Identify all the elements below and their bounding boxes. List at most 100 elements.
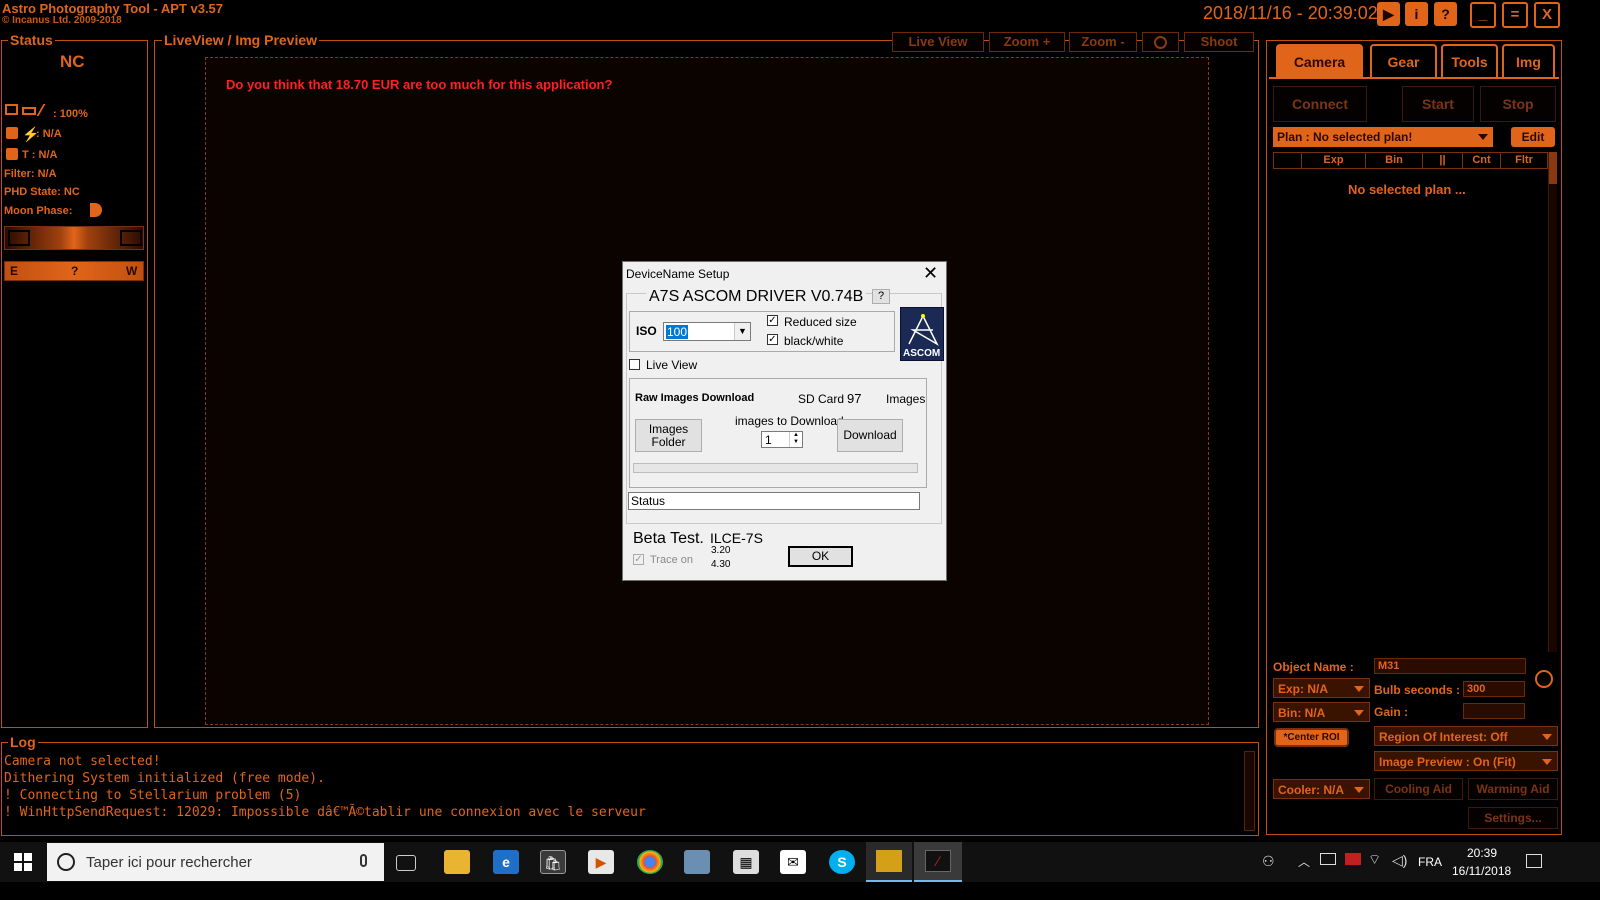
ok-button[interactable]: OK	[788, 546, 853, 567]
device-setup-dialog: DeviceName Setup ✕ A7S ASCOM DRIVER V0.7…	[622, 261, 947, 581]
play-icon[interactable]: ▶	[1377, 2, 1400, 26]
ascom-text: ASCOM	[903, 348, 941, 359]
start-button[interactable]: Start	[1402, 86, 1474, 122]
exp-select-value: Exp: N/A	[1278, 682, 1329, 696]
phd-status: PHD State: NC	[4, 186, 80, 198]
tab-gear[interactable]: Gear	[1370, 44, 1437, 78]
volume-icon[interactable]: ◁)	[1392, 852, 1407, 869]
taskbar-time[interactable]: 20:39	[1467, 846, 1497, 860]
taskbar-date[interactable]: 16/11/2018	[1452, 864, 1511, 878]
help-icon[interactable]: ?	[1434, 2, 1457, 26]
chrome-icon[interactable]	[637, 850, 663, 874]
maximize-button[interactable]: =	[1502, 2, 1528, 28]
trace-label: Trace on	[650, 554, 694, 566]
task-view-icon[interactable]	[396, 855, 416, 871]
windows-start-icon[interactable]	[14, 853, 32, 871]
battery-icons	[5, 104, 56, 118]
store-icon[interactable]: 🛍	[540, 850, 566, 874]
shoot-button[interactable]: Shoot	[1184, 32, 1254, 52]
tab-underline	[1269, 77, 1559, 79]
iso-label: ISO	[636, 324, 657, 338]
wifi-icon[interactable]: ⌔	[1368, 851, 1381, 869]
exp-select[interactable]: Exp: N/A	[1273, 678, 1370, 698]
reduced-size-checkbox[interactable]: ✓	[767, 315, 778, 326]
temp2-value: T : N/A	[22, 149, 58, 161]
download-button[interactable]: Download	[837, 419, 903, 452]
close-button[interactable]: X	[1534, 2, 1560, 28]
image-preview-select[interactable]: Image Preview : On (Fit)	[1374, 751, 1558, 771]
plan-scrollbar[interactable]	[1548, 152, 1557, 652]
download-count-spinner[interactable]: 1 ▲ ▼	[761, 431, 803, 448]
apt-icon: ∕	[925, 850, 951, 872]
zoom-out-button[interactable]: Zoom -	[1069, 32, 1137, 52]
edge-icon[interactable]: e	[493, 850, 519, 874]
tab-img[interactable]: Img	[1502, 44, 1555, 78]
computer-icon	[5, 104, 18, 115]
cooling-aid-button[interactable]: Cooling Aid	[1374, 778, 1463, 800]
media-player-icon[interactable]: ▶	[588, 850, 614, 874]
minimize-button[interactable]: _	[1470, 2, 1496, 28]
log-scrollbar[interactable]	[1244, 751, 1255, 831]
bulb-seconds-input[interactable]: 300	[1463, 681, 1525, 697]
warning-tray-icon[interactable]	[1345, 853, 1361, 865]
live-view-checkbox[interactable]	[629, 359, 640, 370]
compass-bar: E ? W	[4, 261, 144, 281]
chevron-down-icon	[1542, 734, 1552, 740]
warming-aid-button[interactable]: Warming Aid	[1468, 778, 1558, 800]
connect-button[interactable]: Connect	[1273, 86, 1367, 122]
network-app-icon[interactable]	[684, 850, 710, 874]
live-view-button[interactable]: Live View	[892, 32, 984, 52]
crosshair-icon[interactable]	[1142, 32, 1179, 52]
preview-legend: LiveView / Img Preview	[162, 32, 320, 48]
tray-chevron-icon[interactable]: ︿	[1298, 853, 1310, 870]
notification-icon[interactable]	[1526, 854, 1542, 868]
filter-status: Filter: N/A	[4, 168, 57, 180]
tab-tools[interactable]: Tools	[1441, 44, 1498, 78]
chevron-down-icon	[1354, 686, 1364, 692]
spinner-arrows-icon[interactable]: ▲ ▼	[789, 432, 802, 447]
log-line: ! WinHttpSendRequest: 12029: Impossible …	[4, 805, 646, 820]
focus-slider[interactable]	[4, 226, 144, 250]
version-1: 3.20	[711, 545, 731, 556]
edit-plan-button[interactable]: Edit	[1511, 127, 1555, 147]
chevron-down-icon	[1354, 710, 1364, 716]
dialog-help-button[interactable]: ?	[872, 289, 890, 304]
dialog-close-icon[interactable]: ✕	[923, 263, 938, 284]
skype-icon[interactable]: S	[829, 850, 855, 874]
object-name-input[interactable]: M31	[1374, 658, 1526, 674]
settings-button[interactable]: Settings...	[1468, 807, 1558, 829]
plan-select[interactable]: Plan : No selected plan!	[1273, 127, 1493, 147]
battery-level: : 100%	[53, 108, 88, 120]
microphone-icon[interactable]	[360, 854, 367, 867]
image-preview-value: Image Preview : On (Fit)	[1379, 755, 1516, 769]
file-explorer-icon[interactable]	[444, 850, 470, 874]
chevron-down-icon[interactable]: ▼	[734, 323, 750, 340]
battery-tray-icon[interactable]	[1320, 853, 1336, 865]
taskbar-search[interactable]: Taper ici pour rechercher	[47, 843, 384, 881]
language-indicator[interactable]: FRA	[1418, 855, 1442, 869]
bin-select[interactable]: Bin: N/A	[1273, 702, 1370, 722]
roi-select[interactable]: Region Of Interest: Off	[1374, 726, 1558, 746]
info-icon[interactable]: i	[1405, 2, 1428, 26]
mail-icon[interactable]: ✉	[780, 850, 806, 874]
column-pause: ||	[1423, 153, 1463, 168]
tab-camera[interactable]: Camera	[1276, 44, 1363, 78]
trace-checkbox[interactable]: ✓	[633, 554, 644, 565]
zoom-in-button[interactable]: Zoom +	[989, 32, 1065, 52]
taskbar-apt[interactable]: ∕	[914, 842, 962, 882]
driver-title: A7S ASCOM DRIVER V0.74B	[646, 288, 867, 306]
taskbar-app-active[interactable]	[866, 842, 912, 882]
gain-input[interactable]	[1463, 703, 1525, 719]
center-roi-button[interactable]: *Center ROI	[1274, 728, 1349, 747]
calculator-icon[interactable]: ▦	[733, 850, 759, 874]
images-label: Images	[886, 392, 926, 406]
people-icon[interactable]: ⚇	[1262, 853, 1275, 870]
target-icon[interactable]	[1535, 670, 1553, 688]
column-bin: Bin	[1366, 153, 1423, 168]
cooler-select[interactable]: Cooler: N/A	[1273, 779, 1370, 799]
model-label: ILCE-7S	[710, 530, 763, 546]
bw-checkbox[interactable]: ✓	[767, 334, 778, 345]
stop-button[interactable]: Stop	[1480, 86, 1556, 122]
iso-select[interactable]: 100 ▼	[663, 322, 751, 341]
images-folder-button[interactable]: Images Folder	[635, 419, 702, 452]
